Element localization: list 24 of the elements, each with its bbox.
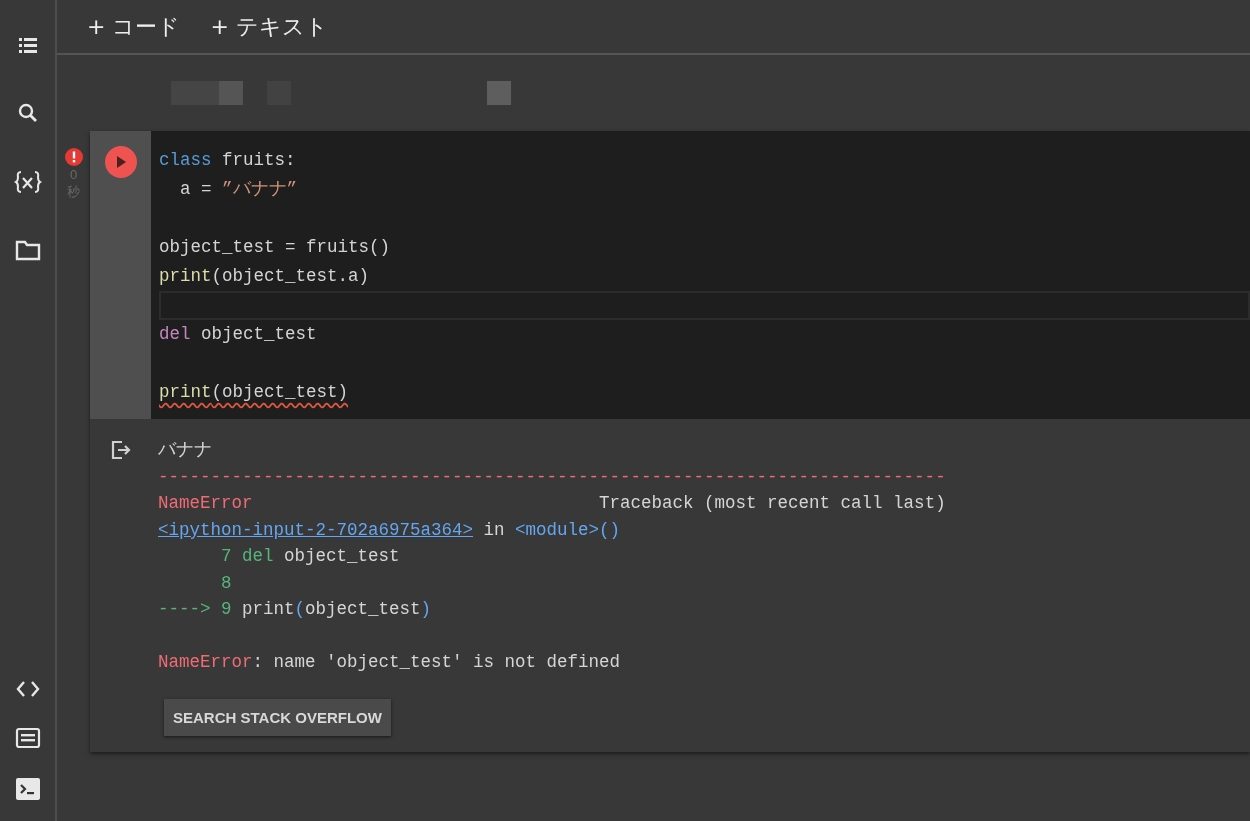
play-icon (114, 155, 127, 169)
output-line: NameError: name 'object_test' is not defined (158, 652, 621, 672)
add-cell-button[interactable]: + テキスト (208, 11, 330, 42)
output-line: ----> 9 print(object_test) (158, 599, 432, 619)
code-line: print(object_test) (159, 382, 349, 402)
variables-icon[interactable] (13, 169, 42, 195)
run-button[interactable] (104, 146, 137, 178)
search-stack-overflow-button[interactable]: SEARCH STACK OVERFLOW (164, 698, 391, 736)
command-palette-icon[interactable] (14, 727, 41, 749)
add-cell-button[interactable]: + コード (85, 11, 183, 42)
output-line: 7 del object_test (220, 546, 400, 566)
output-line: NameError Traceback (most recent call last) (158, 493, 946, 513)
code-line: a = ”バナナ” (179, 179, 298, 199)
code-line: class fruits: (159, 150, 296, 170)
output-line: --------------------------------------------------------------------------- (158, 466, 946, 487)
output-line: <ipython-input-2-702a6975a364> in <module>() (158, 519, 621, 540)
output-line: バナナ (158, 440, 212, 460)
terminal-icon[interactable] (14, 777, 41, 801)
code-icon[interactable] (14, 679, 41, 699)
folder-icon[interactable] (14, 239, 41, 261)
code-line: object_test = fruits() (159, 237, 391, 257)
code-line: del object_test (159, 324, 317, 344)
output-line: 8 (220, 572, 232, 593)
code-line: print(object_test.a) (159, 266, 370, 286)
